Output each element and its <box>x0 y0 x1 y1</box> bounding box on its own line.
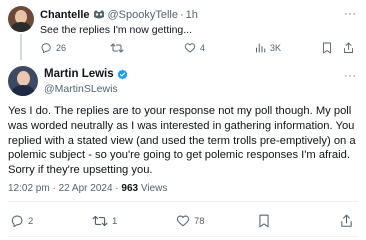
reply-text: See the replies I'm now getting... <box>40 24 193 36</box>
divider <box>8 236 358 237</box>
like-count: 4 <box>200 43 206 53</box>
tweet-text-line: Sorry if they're upsetting you. <box>8 164 153 177</box>
reply-button[interactable]: 2 <box>10 214 33 228</box>
more-icon[interactable]: ··· <box>344 8 357 20</box>
divider <box>8 201 358 202</box>
reply-tweet[interactable]: Chantelle @SpookyTelle · 1h ··· See the … <box>0 0 366 60</box>
separator: · <box>180 9 184 21</box>
author-handle[interactable]: @MartinSLewis <box>44 83 118 95</box>
views-icon <box>256 43 266 53</box>
reply-button[interactable]: 26 <box>40 42 66 54</box>
tweet-text-line: replied with a stated view (and used the… <box>8 134 356 147</box>
retweet-icon <box>92 215 108 227</box>
share-button[interactable] <box>340 214 353 228</box>
thread-line <box>20 34 22 60</box>
views-count: 3K <box>270 42 282 53</box>
bird-owl-icon <box>93 10 104 19</box>
tweet-timestamp[interactable]: 12:02 pm · 22 Apr 2024 · <box>8 183 121 194</box>
tweet-text-line: Yes I do. The replies are to your respon… <box>8 105 352 117</box>
more-icon[interactable]: ··· <box>344 70 357 82</box>
reply-handle[interactable]: @SpookyTelle <box>108 9 178 21</box>
like-button[interactable]: 4 <box>184 42 205 54</box>
reply-header: Chantelle @SpookyTelle · 1h <box>40 8 198 22</box>
bookmark-icon <box>259 214 269 228</box>
bookmark-button[interactable] <box>322 42 332 54</box>
retweet-count: 1 <box>112 215 118 227</box>
share-button[interactable] <box>343 42 354 54</box>
like-count: 78 <box>194 215 205 227</box>
reply-icon <box>11 215 23 228</box>
author-name[interactable]: Martin Lewis <box>44 68 128 80</box>
share-icon <box>341 214 352 227</box>
author-name-text[interactable]: Martin Lewis <box>44 68 114 80</box>
reply-author-name[interactable]: Chantelle <box>40 9 90 21</box>
retweet-icon <box>110 43 124 53</box>
like-icon <box>176 215 190 227</box>
tweet-meta: 12:02 pm · 22 Apr 2024 · 963 Views <box>8 183 167 194</box>
reply-count: 26 <box>56 43 67 53</box>
like-icon <box>184 43 196 53</box>
reply-timestamp[interactable]: 1h <box>186 9 198 21</box>
reply-count: 2 <box>28 215 34 227</box>
views-button[interactable]: 3K <box>255 42 281 53</box>
bookmark-button[interactable] <box>258 214 270 228</box>
share-icon <box>344 42 353 53</box>
like-button[interactable]: 78 <box>176 214 205 228</box>
tweet-views-count: 963 <box>121 183 139 194</box>
tweet-text: Yes I do. The replies are to your respon… <box>8 104 360 178</box>
tweet-views-label: Views <box>138 183 168 194</box>
bookmark-icon <box>323 42 331 54</box>
reply-icon <box>41 43 51 54</box>
tweet-text-line: polemic subject - so you're going to get… <box>8 149 350 162</box>
retweet-button[interactable]: 1 <box>92 214 117 228</box>
avatar[interactable] <box>8 66 38 96</box>
tweet-text-line: was worded neutrally as I was interested… <box>8 119 355 132</box>
avatar[interactable] <box>8 6 34 32</box>
verified-badge-icon <box>117 69 128 79</box>
retweet-button[interactable] <box>110 42 124 54</box>
